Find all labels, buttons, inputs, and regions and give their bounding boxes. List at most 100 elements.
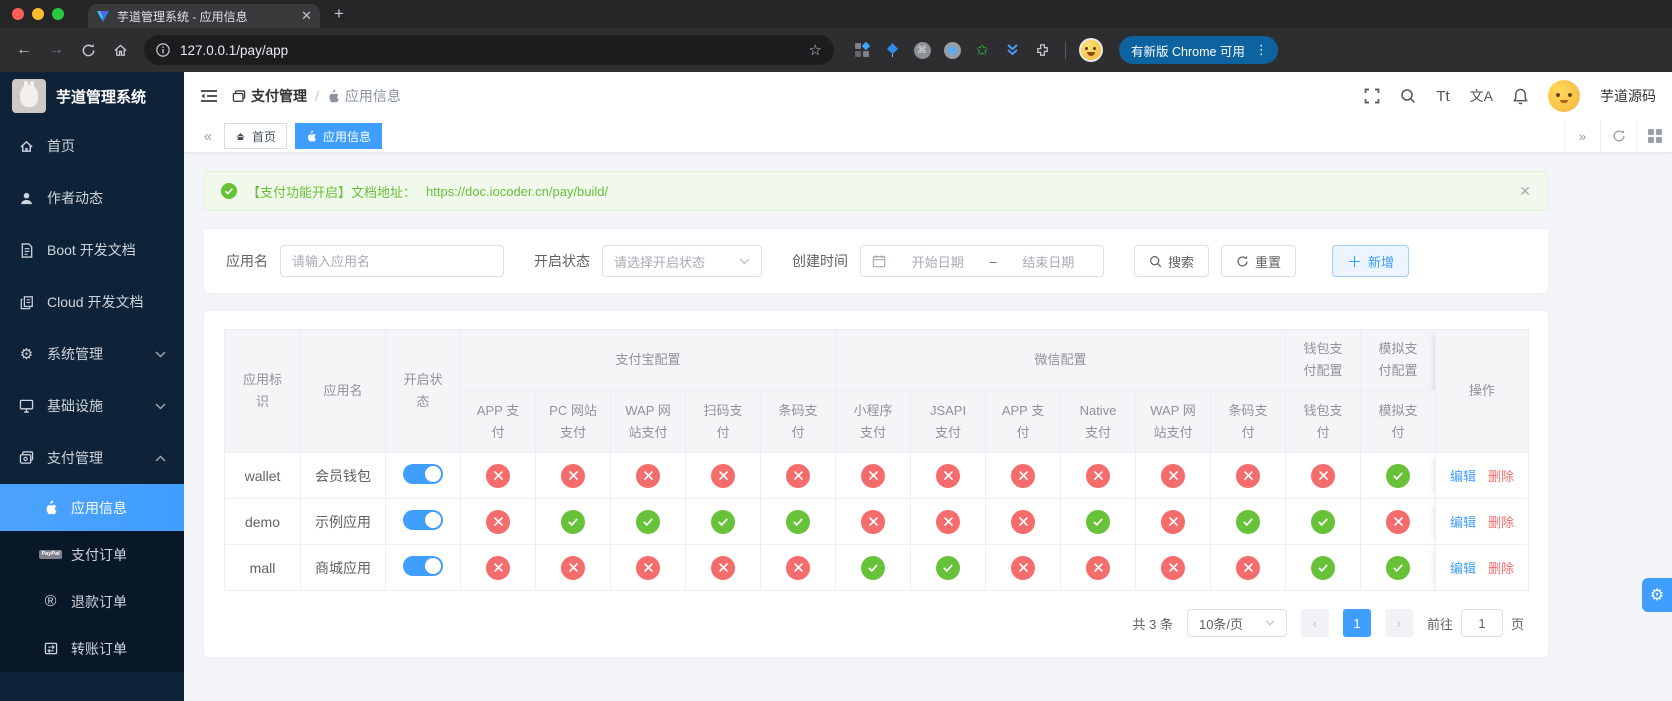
- column-header: JSAPI 支付: [910, 390, 987, 453]
- channel-cell: [610, 452, 686, 499]
- reset-button[interactable]: 重置: [1221, 245, 1297, 277]
- sidebar-item-system[interactable]: ⚙ 系统管理: [0, 328, 184, 380]
- command-extension-icon[interactable]: ⌘: [912, 40, 932, 60]
- theme-settings-button[interactable]: ⚙: [1642, 578, 1672, 612]
- enable-toggle[interactable]: [403, 510, 443, 530]
- actions-cell: 编辑 删除: [1435, 452, 1530, 499]
- delete-link[interactable]: 删除: [1488, 469, 1514, 484]
- next-page-button[interactable]: ›: [1384, 609, 1413, 637]
- sidebar-item-app-info[interactable]: 应用信息: [0, 484, 184, 531]
- home-icon[interactable]: [106, 36, 134, 64]
- site-info-icon[interactable]: [156, 43, 170, 57]
- sidebar-item-transfer-orders[interactable]: 转账订单: [0, 625, 184, 672]
- tabs-scroll-right-icon[interactable]: »: [1564, 120, 1600, 152]
- delete-link[interactable]: 删除: [1488, 561, 1514, 576]
- payment-cards-icon: [18, 451, 35, 465]
- channel-cell: [910, 544, 987, 591]
- tab-close-icon[interactable]: ✕: [301, 8, 312, 24]
- translate-icon[interactable]: 文A: [1470, 86, 1493, 106]
- channel-enabled-icon: [1086, 509, 1111, 534]
- date-end-placeholder[interactable]: 结束日期: [1005, 252, 1092, 271]
- channel-disabled-icon: [1086, 555, 1111, 580]
- sidebar-item-boot-docs[interactable]: Boot 开发文档: [0, 224, 184, 276]
- channel-enabled-icon: [786, 509, 810, 534]
- tab-app-info[interactable]: 应用信息: [295, 123, 383, 149]
- font-size-icon[interactable]: Tt: [1436, 88, 1449, 105]
- tabs-scroll-left-icon[interactable]: «: [192, 128, 224, 145]
- search-button[interactable]: 搜索: [1134, 245, 1210, 277]
- enable-toggle[interactable]: [403, 464, 443, 484]
- prev-page-button[interactable]: ‹: [1300, 609, 1329, 637]
- sidebar-item-cloud-docs[interactable]: Cloud 开发文档: [0, 276, 184, 328]
- chevrons-extension-icon[interactable]: [1002, 40, 1022, 60]
- channel-cell: [1210, 498, 1287, 545]
- enable-toggle[interactable]: [403, 556, 443, 576]
- back-icon[interactable]: ←: [10, 36, 38, 64]
- forward-icon[interactable]: →: [42, 36, 70, 64]
- close-window-button[interactable]: [12, 8, 24, 20]
- edit-link[interactable]: 编辑: [1450, 561, 1476, 576]
- user-avatar[interactable]: [1548, 80, 1580, 112]
- sidebar-item-refund-orders[interactable]: ® 退款订单: [0, 578, 184, 625]
- reload-icon[interactable]: [74, 36, 102, 64]
- column-header: 开启状态: [385, 329, 461, 453]
- channel-cell: [460, 498, 536, 545]
- status-select[interactable]: 请选择开启状态: [602, 245, 762, 277]
- delete-link[interactable]: 删除: [1488, 515, 1514, 530]
- goto-page-input[interactable]: [1472, 615, 1491, 631]
- notification-bell-icon[interactable]: [1513, 88, 1528, 105]
- star-extension-icon[interactable]: ✩: [972, 40, 992, 60]
- column-header: APP 支付: [460, 390, 536, 453]
- sidebar-item-infra[interactable]: 基础设施: [0, 380, 184, 432]
- browser-tab[interactable]: 芋道管理系统 - 应用信息 ✕: [88, 4, 320, 28]
- page-number-button[interactable]: 1: [1342, 609, 1371, 637]
- filter-bar: 应用名 开启状态 请选择开启状态 创建时间: [204, 229, 1548, 293]
- channel-disabled-icon: [936, 509, 961, 534]
- grid-extension-icon[interactable]: [852, 40, 872, 60]
- add-button[interactable]: ＋ 新增: [1332, 245, 1410, 277]
- alert-doc-link[interactable]: https://doc.iocoder.cn/pay/build/: [426, 184, 608, 199]
- user-name[interactable]: 芋道源码: [1600, 86, 1656, 106]
- create-time-label: 创建时间: [792, 253, 848, 269]
- url-text[interactable]: 127.0.0.1/pay/app: [180, 43, 799, 58]
- circle-extension-icon[interactable]: [942, 40, 962, 60]
- channel-disabled-icon: [936, 463, 961, 488]
- collapse-sidebar-icon[interactable]: [200, 89, 218, 103]
- chrome-update-button[interactable]: 有新版 Chrome 可用 ⋮: [1119, 36, 1278, 64]
- sidebar-item-pay[interactable]: 支付管理: [0, 432, 184, 484]
- sidebar-item-home[interactable]: 首页: [0, 120, 184, 172]
- actions-cell: 编辑 删除: [1435, 498, 1530, 545]
- breadcrumb-parent[interactable]: 支付管理: [232, 86, 307, 106]
- refresh-tab-icon[interactable]: [1600, 120, 1636, 152]
- sidebar-item-pay-orders[interactable]: PayPal 支付订单: [0, 531, 184, 578]
- apple-icon: [308, 130, 316, 142]
- edit-link[interactable]: 编辑: [1450, 515, 1476, 530]
- tab-home[interactable]: 首页: [224, 123, 288, 149]
- date-start-placeholder[interactable]: 开始日期: [894, 252, 981, 271]
- channel-disabled-icon: [1161, 463, 1186, 488]
- profile-avatar[interactable]: [1079, 38, 1103, 62]
- sidebar-logo[interactable]: 芋道管理系统: [0, 72, 184, 120]
- channel-disabled-icon: [711, 463, 735, 488]
- success-check-icon: [221, 183, 237, 199]
- sidebar-item-author[interactable]: 作者动态: [0, 172, 184, 224]
- extensions-puzzle-icon[interactable]: [1032, 40, 1052, 60]
- browser-menu-icon[interactable]: ⋮: [1251, 42, 1272, 58]
- new-tab-button[interactable]: +: [334, 4, 344, 24]
- app-name-input[interactable]: [292, 253, 492, 269]
- minimize-window-button[interactable]: [32, 8, 44, 20]
- date-range-picker[interactable]: 开始日期 – 结束日期: [860, 245, 1104, 277]
- tabs-layout-grid-icon[interactable]: [1636, 120, 1672, 152]
- alert-close-icon[interactable]: ✕: [1519, 183, 1531, 200]
- table-row: mall 商城应用 编辑 删除: [224, 544, 1530, 591]
- monitor-icon: [18, 399, 35, 413]
- bookmark-star-icon[interactable]: ☆: [809, 41, 822, 59]
- page-size-select[interactable]: 10条/页: [1186, 609, 1287, 637]
- edit-link[interactable]: 编辑: [1450, 469, 1476, 484]
- channel-cell: [910, 498, 987, 545]
- fullscreen-icon[interactable]: [1364, 88, 1380, 104]
- address-bar[interactable]: 127.0.0.1/pay/app ☆: [144, 35, 834, 65]
- kite-extension-icon[interactable]: [882, 40, 902, 60]
- search-icon[interactable]: [1400, 88, 1416, 104]
- maximize-window-button[interactable]: [52, 8, 64, 20]
